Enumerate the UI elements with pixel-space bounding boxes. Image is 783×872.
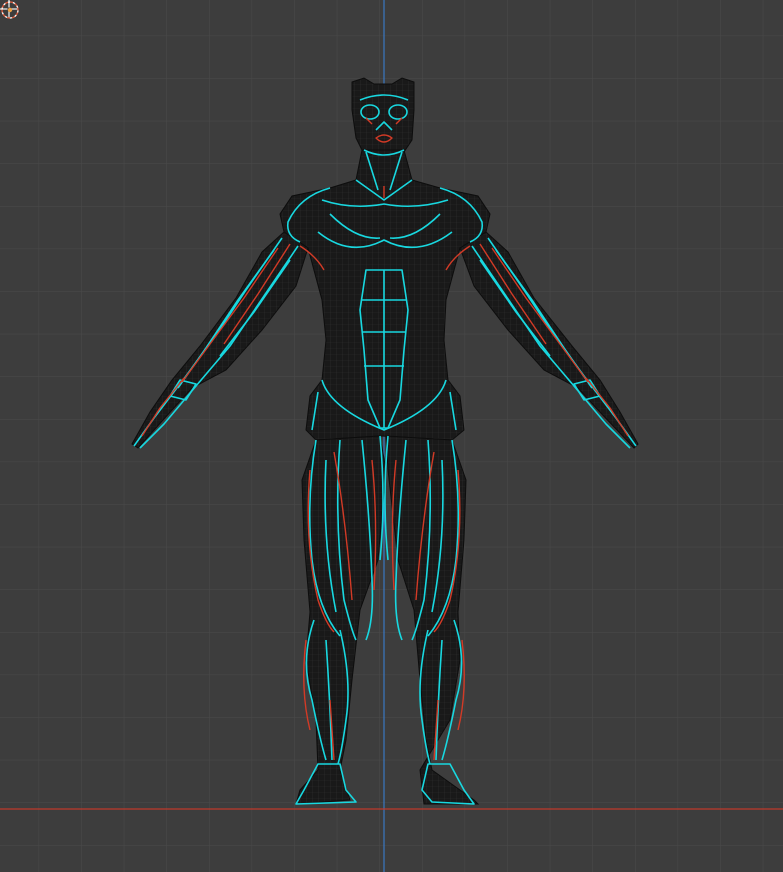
body-silhouette xyxy=(131,77,639,805)
muscle-body-model[interactable] xyxy=(0,0,783,872)
world-origin-icon[interactable] xyxy=(0,0,20,20)
3d-viewport[interactable] xyxy=(0,0,783,872)
